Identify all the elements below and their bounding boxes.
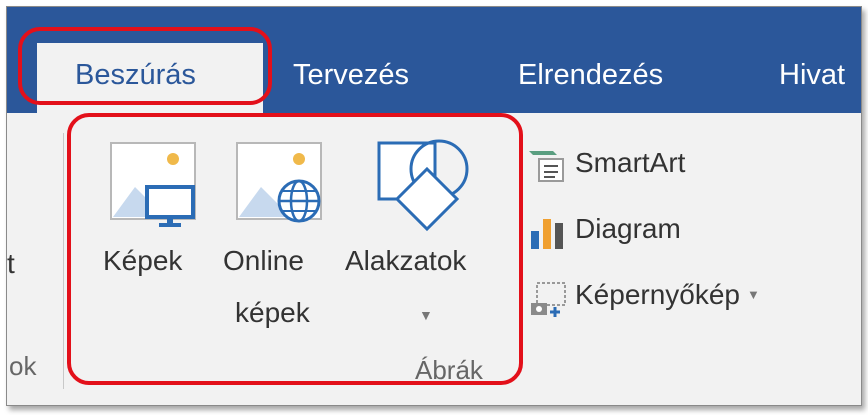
tab-layout[interactable]: Elrendezés — [518, 59, 663, 92]
group-separator — [63, 133, 64, 389]
cut-off-group-label: ok — [9, 351, 37, 381]
chart-label: Diagram — [575, 213, 681, 244]
screenshot-label: Képernyőkép — [575, 279, 741, 310]
chart-icon — [531, 219, 563, 249]
tab-insert-highlight — [18, 27, 272, 105]
word-ribbon-window: Beszúrás Tervezés Elrendezés Hivat t ok … — [6, 6, 862, 406]
cut-off-button-label[interactable]: t — [7, 248, 15, 280]
smartart-label: SmartArt — [575, 147, 686, 178]
smartart-icon — [529, 151, 564, 182]
screenshot-icon — [531, 282, 566, 317]
tab-design[interactable]: Tervezés — [293, 59, 409, 92]
tab-references[interactable]: Hivat — [779, 59, 845, 92]
screenshot-dropdown-arrow-icon: ▼ — [747, 287, 760, 302]
pictures-shapes-highlight — [67, 113, 523, 385]
